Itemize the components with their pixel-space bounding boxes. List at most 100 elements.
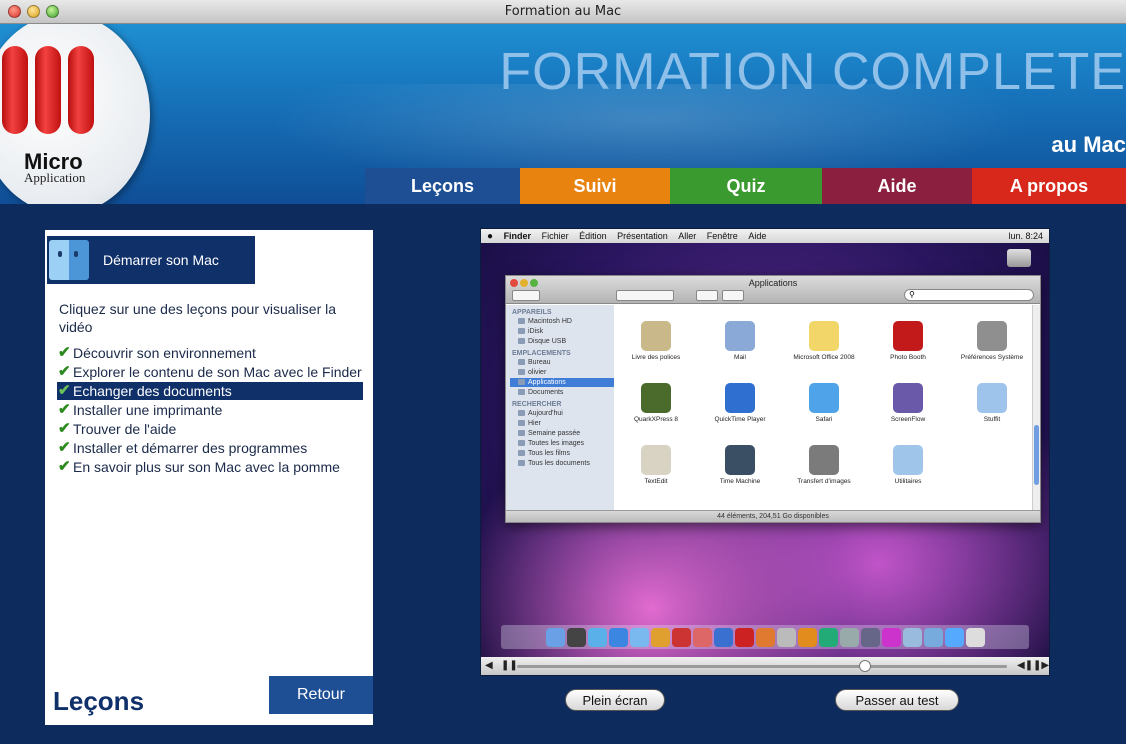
volume-icon[interactable]: ◀ [485, 660, 493, 671]
app-icon [641, 445, 671, 475]
dock-app-icon [839, 627, 859, 647]
view-mode-icon [616, 290, 674, 301]
app-label: TextEdit [644, 478, 668, 485]
back-button[interactable]: Retour [269, 676, 373, 714]
rewind-icon[interactable]: ◀❚ [1017, 660, 1033, 671]
dock-app-icon [545, 627, 565, 647]
dock-app-icon [629, 627, 649, 647]
search-icon: ⚲ [904, 289, 1034, 301]
finder-app-item: ScreenFlow [866, 375, 950, 437]
tab-suivi[interactable]: Suivi [520, 168, 670, 204]
app-icon [893, 321, 923, 351]
lesson-item[interactable]: ✔ Découvrir son environnement [57, 344, 363, 362]
logo-pill-icon [68, 46, 94, 134]
dock-app-icon [587, 627, 607, 647]
quicklook-icon [696, 290, 718, 301]
fullscreen-button[interactable]: Plein écran [565, 689, 665, 711]
dock-app-icon [881, 627, 901, 647]
dock-app-icon [734, 627, 754, 647]
lesson-item[interactable]: ✔ Trouver de l'aide [57, 420, 363, 438]
finder-app-item: QuarkXPress 8 [614, 375, 698, 437]
video-progress-track[interactable] [517, 665, 1007, 668]
dock-app-icon [692, 627, 712, 647]
lesson-item[interactable]: ✔ Explorer le contenu de son Mac avec le … [57, 363, 363, 381]
app-label: Photo Booth [890, 354, 926, 361]
app-label: Livre des polices [631, 354, 681, 361]
app-icon [725, 321, 755, 351]
finder-app-item: Microsoft Office 2008 [782, 313, 866, 375]
chapter-title: Démarrer son Mac [103, 252, 219, 268]
app-label: ScreenFlow [890, 416, 926, 423]
dock-app-icon [650, 627, 670, 647]
apple-icon: ● [487, 231, 494, 242]
checkmark-icon: ✔ [58, 382, 71, 399]
logo-name: Micro [24, 149, 83, 174]
finder-app-item: Transfert d'images [782, 437, 866, 499]
finder-app-item: Préférences Système [950, 313, 1034, 375]
finder-titlebar: Applications ⚲ [506, 276, 1040, 304]
tab-a-propos[interactable]: A propos [972, 168, 1126, 204]
logo-pill-icon [35, 46, 61, 134]
finder-app-item: Photo Booth [866, 313, 950, 375]
finder-app-item: Livre des polices [614, 313, 698, 375]
lesson-item[interactable]: ✔ En savoir plus sur son Mac avec la pomm… [57, 458, 363, 476]
finder-window: Applications ⚲ APPAREILS Macintosh HD iD… [505, 275, 1041, 523]
finder-app-item: TextEdit [614, 437, 698, 499]
logo-pill-icon [2, 46, 28, 134]
video-player[interactable]: ● Finder Fichier Édition Présentation Al… [480, 228, 1050, 676]
finder-app-item: Utilitaires [866, 437, 950, 499]
tab-quiz[interactable]: Quiz [670, 168, 822, 204]
app-label: Time Machine [719, 478, 761, 485]
forward-icon[interactable]: ❚▶ [1033, 660, 1049, 671]
dock-app-icon [608, 627, 628, 647]
finder-title: Applications [748, 278, 798, 288]
dock-app-icon [944, 627, 964, 647]
finder-app-item: Mail [698, 313, 782, 375]
finder-app-item: Time Machine [698, 437, 782, 499]
window-title: Formation au Mac [504, 4, 622, 19]
back-forward-icon [512, 290, 540, 301]
menu-item: Aide [748, 231, 767, 241]
checkmark-icon: ✔ [58, 401, 71, 418]
panel-instructions: Cliquez sur une des leçons pour visualis… [59, 301, 337, 335]
page-subtitle: au Mac [1051, 132, 1126, 157]
pause-icon[interactable]: ❚❚ [501, 660, 518, 671]
app-label: Microsoft Office 2008 [793, 354, 855, 361]
finder-app-item: Stuffit [950, 375, 1034, 437]
action-gear-icon [722, 290, 744, 301]
finder-statusbar: 44 éléments, 204,51 Go disponibles [506, 510, 1040, 522]
lesson-item[interactable]: ✔ Echanger des documents [57, 382, 363, 400]
app-icon [893, 445, 923, 475]
dock-app-icon [755, 627, 775, 647]
app-label: Transfert d'images [797, 478, 851, 485]
video-progress-thumb[interactable] [859, 660, 871, 672]
app-icon [977, 321, 1007, 351]
app-window: Formation au Mac Micro Application FORMA… [0, 0, 1126, 744]
finder-app-item: QuickTime Player [698, 375, 782, 437]
take-test-button[interactable]: Passer au test [835, 689, 959, 711]
lesson-label: Explorer le contenu de son Mac avec le F… [73, 364, 362, 380]
app-label: Utilitaires [894, 478, 922, 485]
app-label: Préférences Système [960, 354, 1024, 361]
lesson-label: Installer et démarrer des programmes [73, 440, 308, 456]
app-icon [725, 445, 755, 475]
checkmark-icon: ✔ [58, 344, 71, 361]
logo-subname: Application [24, 170, 86, 185]
lesson-label: Trouver de l'aide [73, 421, 177, 437]
app-icon [893, 383, 923, 413]
tab-aide[interactable]: Aide [822, 168, 972, 204]
dock-app-icon [776, 627, 796, 647]
app-icon [725, 383, 755, 413]
dock [501, 625, 1029, 649]
lesson-label: En savoir plus sur son Mac avec la pomme [73, 459, 340, 475]
dock-app-icon [713, 627, 733, 647]
app-label: QuarkXPress 8 [633, 416, 679, 423]
lesson-item[interactable]: ✔ Installer et démarrer des programmes [57, 439, 363, 457]
tab-lecons[interactable]: Leçons [365, 168, 520, 204]
lesson-item[interactable]: ✔ Installer une imprimante [57, 401, 363, 419]
lesson-panel: Démarrer son Mac Cliquez sur une des leç… [45, 230, 373, 725]
menubar-clock: lun. 8:24 [1008, 231, 1043, 241]
app-icon [809, 383, 839, 413]
dock-app-icon [566, 627, 586, 647]
window-titlebar: Formation au Mac [0, 0, 1126, 24]
